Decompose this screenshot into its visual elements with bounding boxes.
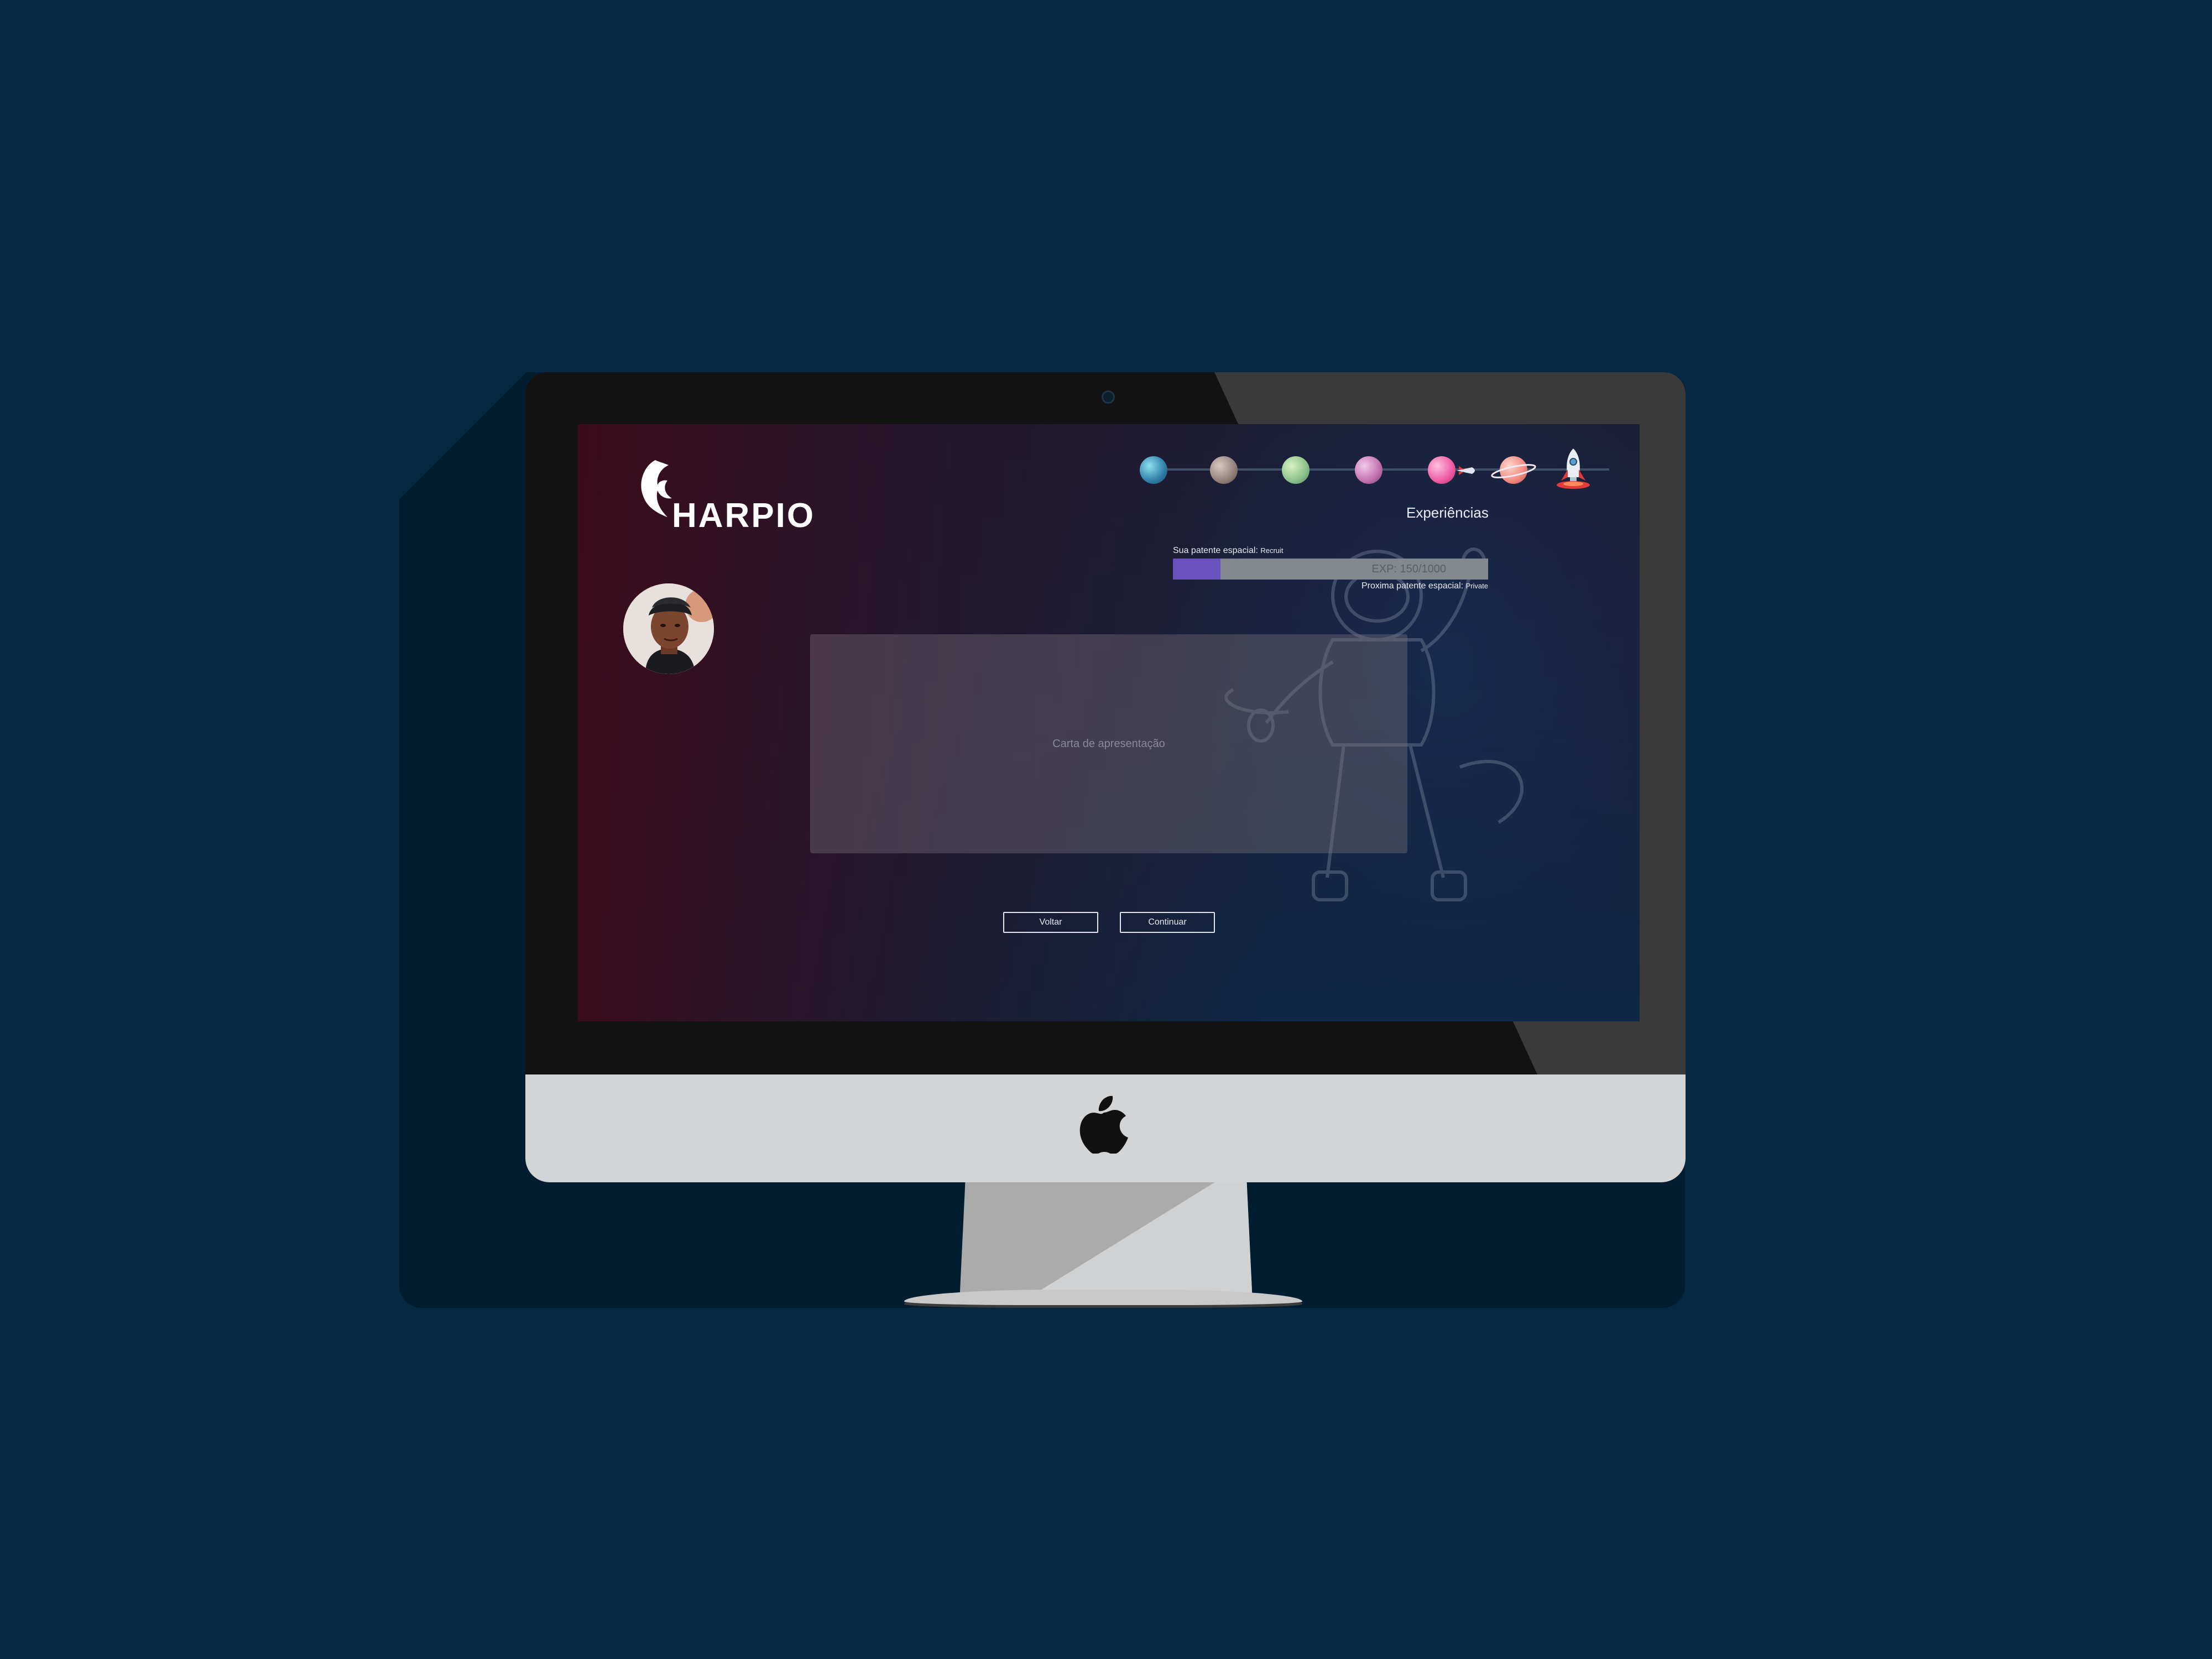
experiences-label: Experiências (1406, 504, 1489, 521)
experience-value: EXP: 150/1000 (1371, 563, 1446, 575)
logo-text: HARPIO (672, 497, 816, 535)
apple-logo-icon (1079, 1095, 1128, 1154)
current-rank-label: Sua patente espacial: Recruit (1173, 546, 1284, 556)
earth-icon[interactable] (1140, 456, 1167, 484)
avatar-photo (623, 583, 714, 674)
current-rank-caption: Sua patente espacial: (1173, 546, 1258, 555)
next-rank-label: Proxima patente espacial: Private (1173, 581, 1488, 591)
rocket-launch-icon[interactable] (1551, 446, 1595, 491)
green-planet-icon[interactable] (1282, 456, 1310, 484)
cover-letter-textarea[interactable]: Carta de apresentação (810, 634, 1407, 853)
app-screen: HARPIO Experiências Sua patente espacial… (578, 424, 1640, 1021)
experience-progress-bar: EXP: 150/1000 (1173, 559, 1488, 580)
continue-button[interactable]: Continuar (1120, 912, 1215, 933)
monitor-stand-base (904, 1290, 1302, 1305)
planet-ring-icon (1491, 464, 1536, 478)
next-rank-value: Private (1465, 582, 1488, 590)
experience-progress-fill (1173, 559, 1220, 580)
next-rank-caption: Proxima patente espacial: (1361, 581, 1464, 591)
webcam-icon (1102, 390, 1115, 404)
moon-icon[interactable] (1210, 456, 1238, 484)
pink-planet-rocket-icon[interactable] (1428, 456, 1455, 484)
small-rocket-icon (1457, 466, 1475, 475)
pink-planet-icon[interactable] (1355, 456, 1383, 484)
user-avatar[interactable] (623, 583, 714, 674)
back-button[interactable]: Voltar (1003, 912, 1098, 933)
current-rank-value: Recruit (1260, 546, 1284, 555)
cover-letter-placeholder: Carta de apresentação (1052, 737, 1165, 750)
